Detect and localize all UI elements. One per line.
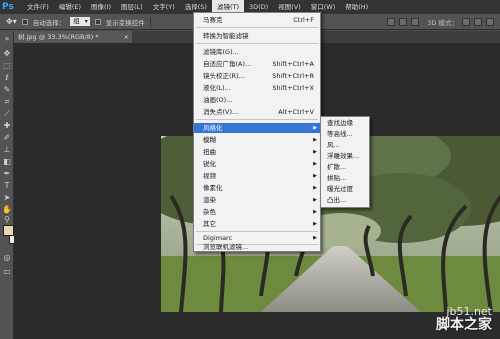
healing-brush-icon[interactable]: ✚ — [2, 121, 12, 131]
stylize-diffuse[interactable]: 扩散... — [321, 162, 369, 172]
brush-icon[interactable]: ✐ — [2, 133, 12, 143]
submenu-arrow-icon: ▶ — [313, 173, 317, 179]
filter-convert-smart[interactable]: 转换为智能滤镜 — [194, 31, 320, 41]
filter-stylize[interactable]: 风格化 ▶ — [194, 123, 320, 133]
type-tool-icon[interactable]: T — [2, 181, 12, 191]
quick-mask-icon[interactable]: ◎ — [2, 253, 12, 263]
menu-help[interactable]: 帮助(H) — [340, 0, 373, 14]
lasso-icon[interactable]: ℓ — [2, 73, 12, 83]
eyedropper-icon[interactable]: ⟋ — [2, 109, 12, 119]
close-icon[interactable]: × — [124, 31, 129, 43]
roll-3d-icon[interactable] — [474, 18, 482, 26]
screen-mode-icon[interactable]: ▭ — [2, 267, 12, 277]
show-transform-checkbox[interactable] — [94, 18, 101, 25]
align-right-icon[interactable] — [411, 18, 420, 26]
auto-select-checkbox[interactable] — [21, 18, 28, 25]
menu-file[interactable]: 文件(F) — [22, 0, 54, 14]
stylize-emboss[interactable]: 浮雕效果... — [321, 151, 369, 161]
menu-image[interactable]: 图像(I) — [86, 0, 116, 14]
menu-divider — [196, 231, 318, 232]
document-tab-label: 树.jpg @ 33.3%(RGB/8) * — [18, 33, 99, 41]
quick-select-icon[interactable]: ✎ — [2, 85, 12, 95]
foreground-color-swatch[interactable] — [3, 225, 14, 236]
submenu-arrow-icon: ▶ — [313, 125, 317, 131]
filter-video[interactable]: 视频 ▶ — [194, 171, 320, 181]
stylize-extrude[interactable]: 凸出... — [321, 195, 369, 205]
filter-lens-correction[interactable]: 镜头校正(R)... Shift+Ctrl+R — [194, 71, 320, 81]
filter-browse-online[interactable]: 浏览联机滤镜... — [194, 242, 320, 252]
filter-oil-paint[interactable]: 油画(O)... — [194, 95, 320, 105]
filter-sharpen[interactable]: 锐化 ▶ — [194, 159, 320, 169]
stylize-contour[interactable]: 等高线... — [321, 129, 369, 139]
filter-adaptive-wide-angle[interactable]: 自适应广角(A)... Shift+Ctrl+A — [194, 59, 320, 69]
submenu-arrow-icon: ▶ — [313, 197, 317, 203]
clone-stamp-icon[interactable]: ⊥ — [2, 145, 12, 155]
document-tab[interactable]: 树.jpg @ 33.3%(RGB/8) * × — [14, 31, 132, 43]
pen-icon[interactable]: ✒ — [2, 169, 12, 179]
stylize-submenu: 查找边缘 等高线... 风... 浮雕效果... 扩散... 拼贴... 曝光过… — [320, 116, 370, 208]
submenu-arrow-icon: ▶ — [313, 149, 317, 155]
submenu-arrow-icon: ▶ — [313, 185, 317, 191]
mode-3d-label: 3D 模式： — [427, 19, 458, 27]
collapse-icon[interactable]: » — [2, 34, 12, 44]
hand-icon[interactable]: ✋ — [2, 205, 12, 215]
photoshop-logo: Ps — [2, 2, 14, 12]
show-transform-label: 显示变换控件 — [105, 18, 145, 27]
filter-pixelate[interactable]: 像素化 ▶ — [194, 183, 320, 193]
align-center-icon[interactable] — [399, 18, 408, 26]
filter-render[interactable]: 渲染 ▶ — [194, 195, 320, 205]
filter-other[interactable]: 其它 ▶ — [194, 219, 320, 229]
auto-select-label: 自动选择： — [32, 18, 66, 27]
move-tool-icon[interactable]: ✥▾ — [6, 17, 17, 26]
menu-layer[interactable]: 图层(L) — [116, 0, 148, 14]
submenu-arrow-icon: ▶ — [313, 209, 317, 215]
pan-3d-icon[interactable] — [486, 18, 494, 26]
alignment-controls: 3D 模式： — [387, 17, 494, 27]
align-left-icon[interactable] — [387, 18, 396, 26]
toolbox: » ✥ ⬚ ℓ ✎ ⌗ ⟋ ✚ ✐ ⊥ ◧ ✒ T ➤ ✋ ⚲ ◎ ▭ — [0, 31, 20, 339]
watermark-name: 脚本之家 — [436, 317, 492, 333]
stylize-tiles[interactable]: 拼贴... — [321, 173, 369, 183]
watermark: jb51.net 脚本之家 — [436, 306, 492, 333]
eraser-icon[interactable]: ◧ — [2, 157, 12, 167]
submenu-arrow-icon: ▶ — [313, 137, 317, 143]
filter-last-mosaic[interactable]: 马赛克 Ctrl+F — [194, 15, 320, 25]
menu-divider — [196, 119, 318, 120]
menu-divider — [196, 27, 318, 28]
filter-vanishing-point[interactable]: 消失点(V)... Alt+Ctrl+V — [194, 107, 320, 117]
rotate-3d-icon[interactable] — [462, 18, 470, 26]
stylize-find-edges[interactable]: 查找边缘 — [321, 118, 369, 128]
menu-type[interactable]: 文字(Y) — [148, 0, 180, 14]
move-icon[interactable]: ✥ — [2, 49, 12, 59]
menu-divider — [196, 43, 318, 44]
filter-blur[interactable]: 模糊 ▶ — [194, 135, 320, 145]
marquee-icon[interactable]: ⬚ — [2, 61, 12, 71]
filter-liquify[interactable]: 液化(L)... Shift+Ctrl+X — [194, 83, 320, 93]
options-divider — [149, 16, 151, 27]
filter-distort[interactable]: 扭曲 ▶ — [194, 147, 320, 157]
filter-menu: 马赛克 Ctrl+F 转换为智能滤镜 滤镜库(G)... 自适应广角(A)... S… — [193, 12, 321, 252]
path-select-icon[interactable]: ➤ — [2, 193, 12, 203]
zoom-icon[interactable]: ⚲ — [2, 215, 12, 225]
crop-icon[interactable]: ⌗ — [2, 97, 12, 107]
submenu-arrow-icon: ▶ — [313, 221, 317, 227]
filter-gallery[interactable]: 滤镜库(G)... — [194, 47, 320, 57]
auto-select-dropdown[interactable]: 组 — [70, 17, 90, 26]
stylize-wind[interactable]: 风... — [321, 140, 369, 150]
submenu-arrow-icon: ▶ — [313, 161, 317, 167]
menu-edit[interactable]: 编辑(E) — [54, 0, 86, 14]
filter-noise[interactable]: 杂色 ▶ — [194, 207, 320, 217]
stylize-solarize[interactable]: 曝光过度 — [321, 184, 369, 194]
